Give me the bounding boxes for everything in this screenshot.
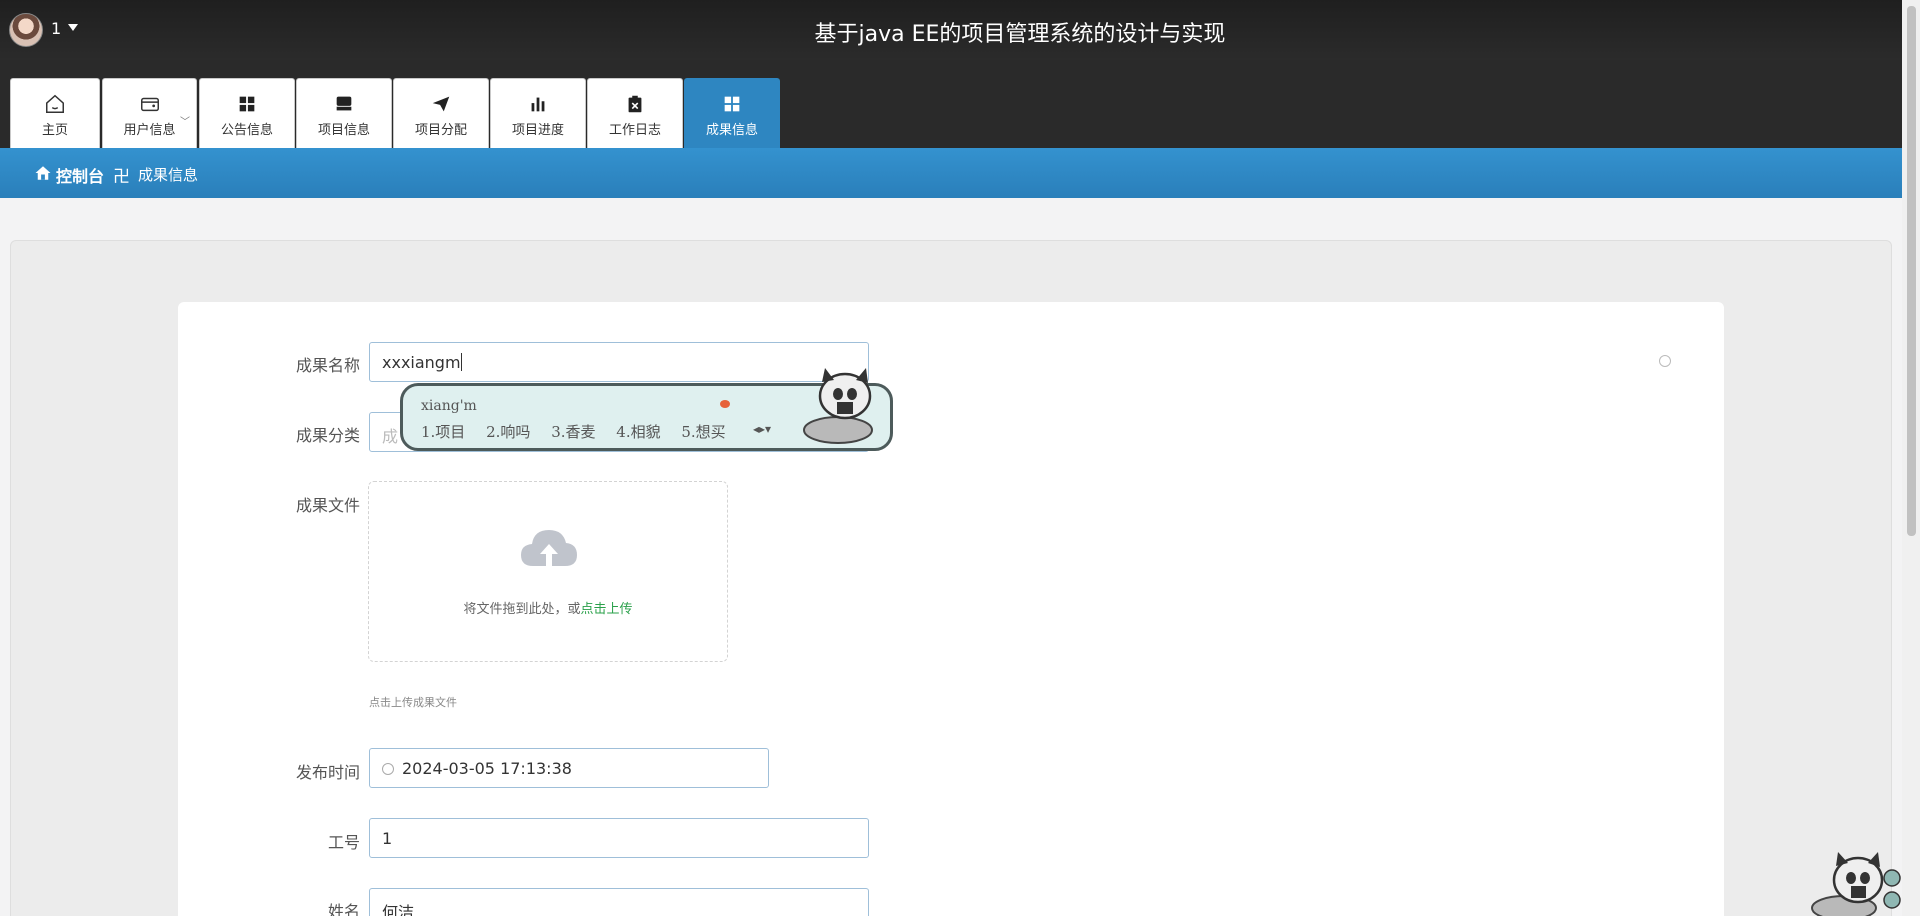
ime-composition: xiang'm bbox=[421, 398, 477, 414]
name-value: xxxiangm bbox=[382, 353, 461, 372]
ime-candidate[interactable]: 5.想买 bbox=[681, 423, 725, 441]
app-title: 基于java EE的项目管理系统的设计与实现 bbox=[814, 22, 1226, 47]
tab-label: 公告信息 bbox=[220, 123, 273, 138]
tab-progress[interactable]: 项目进度 bbox=[490, 78, 586, 148]
chevron-down-icon: ﹀ bbox=[180, 117, 190, 128]
clock-icon bbox=[382, 763, 394, 775]
tab-user-info[interactable]: 用户信息 ﹀ bbox=[102, 78, 197, 148]
upload-text: 将文件拖到此处，或点击上传 bbox=[369, 598, 727, 617]
tab-label: 成果信息 bbox=[705, 123, 758, 138]
mascot-icon bbox=[1811, 852, 1901, 916]
id-input[interactable]: 1 bbox=[369, 818, 869, 858]
vertical-scrollbar[interactable] bbox=[1902, 0, 1920, 916]
tab-announcements[interactable]: 公告信息 bbox=[199, 78, 295, 148]
tab-label: 工作日志 bbox=[608, 123, 661, 138]
tab-achievements[interactable]: 成果信息 bbox=[684, 78, 780, 148]
person-input[interactable]: 何洁 bbox=[369, 888, 869, 916]
ime-candidate[interactable]: 1.项目 bbox=[421, 423, 465, 441]
ime-candidate[interactable]: 3.香麦 bbox=[551, 423, 595, 441]
wallet-icon bbox=[140, 97, 159, 112]
breadcrumb-current: 成果信息 bbox=[138, 166, 199, 184]
home-icon[interactable] bbox=[34, 164, 52, 182]
breadcrumb: 控制台 卍 成果信息 bbox=[0, 148, 1902, 198]
file-dropzone[interactable]: 将文件拖到此处，或点击上传 bbox=[368, 481, 728, 662]
upload-instruction: 将文件拖到此处，或 bbox=[463, 602, 581, 617]
nav-bar: 主页 用户信息 ﹀ 公告信息 项目信息 项目分配 项目进度 工作日志 成果信息 bbox=[0, 60, 1902, 148]
category-placeholder: 成 bbox=[382, 427, 399, 446]
tab-assignment[interactable]: 项目分配 bbox=[393, 78, 489, 148]
file-label: 成果文件 bbox=[295, 496, 360, 515]
store-icon bbox=[336, 96, 352, 111]
time-label: 发布时间 bbox=[295, 763, 360, 782]
tab-label: 项目进度 bbox=[511, 123, 564, 138]
breadcrumb-root[interactable]: 控制台 bbox=[56, 163, 104, 187]
tab-label: 项目信息 bbox=[317, 123, 370, 138]
tab-label: 主页 bbox=[41, 123, 68, 138]
breadcrumb-separator: 卍 bbox=[113, 167, 130, 187]
close-circle-icon[interactable] bbox=[1659, 355, 1671, 367]
id-label: 工号 bbox=[327, 833, 360, 852]
upload-hint: 点击上传成果文件 bbox=[369, 696, 457, 709]
ime-candidate[interactable]: 2.响吗 bbox=[486, 423, 530, 441]
grid-icon bbox=[239, 96, 255, 112]
clipboard-x-icon bbox=[628, 95, 642, 113]
category-label: 成果分类 bbox=[295, 426, 360, 445]
ime-logo-icon bbox=[720, 400, 730, 408]
ime-candidate[interactable]: 4.相貌 bbox=[616, 423, 660, 441]
send-icon bbox=[432, 96, 450, 112]
id-value: 1 bbox=[382, 829, 393, 848]
tab-home[interactable]: 主页 bbox=[10, 78, 100, 148]
name-label: 成果名称 bbox=[295, 356, 360, 375]
upload-link[interactable]: 点击上传 bbox=[581, 602, 633, 617]
tab-label: 项目分配 bbox=[414, 123, 467, 138]
time-value: 2024-03-05 17:13:38 bbox=[402, 759, 572, 778]
avatar[interactable] bbox=[9, 13, 43, 47]
caret-down-icon[interactable] bbox=[68, 24, 78, 31]
tab-projects[interactable]: 项目信息 bbox=[296, 78, 392, 148]
scrollbar-thumb[interactable] bbox=[1907, 6, 1916, 536]
text-cursor bbox=[460, 353, 462, 371]
ime-mascot-icon bbox=[803, 368, 873, 444]
tab-worklog[interactable]: 工作日志 bbox=[587, 78, 683, 148]
cloud-upload-icon bbox=[521, 530, 577, 566]
person-value: 何洁 bbox=[382, 903, 415, 916]
ime-candidates: 1.项目 2.响吗 3.香麦 4.相貌 5.想买 bbox=[421, 421, 742, 442]
time-picker[interactable]: 2024-03-05 17:13:38 bbox=[369, 748, 769, 788]
top-header: 1 基于java EE的项目管理系统的设计与实现 bbox=[0, 0, 1902, 60]
home-icon bbox=[46, 94, 64, 113]
person-label: 姓名 bbox=[327, 902, 360, 916]
ime-page-arrows-icon[interactable]: ◂▸▾ bbox=[753, 422, 771, 436]
bar-chart-icon bbox=[531, 97, 545, 112]
username[interactable]: 1 bbox=[51, 19, 61, 38]
grid-icon bbox=[724, 96, 740, 112]
